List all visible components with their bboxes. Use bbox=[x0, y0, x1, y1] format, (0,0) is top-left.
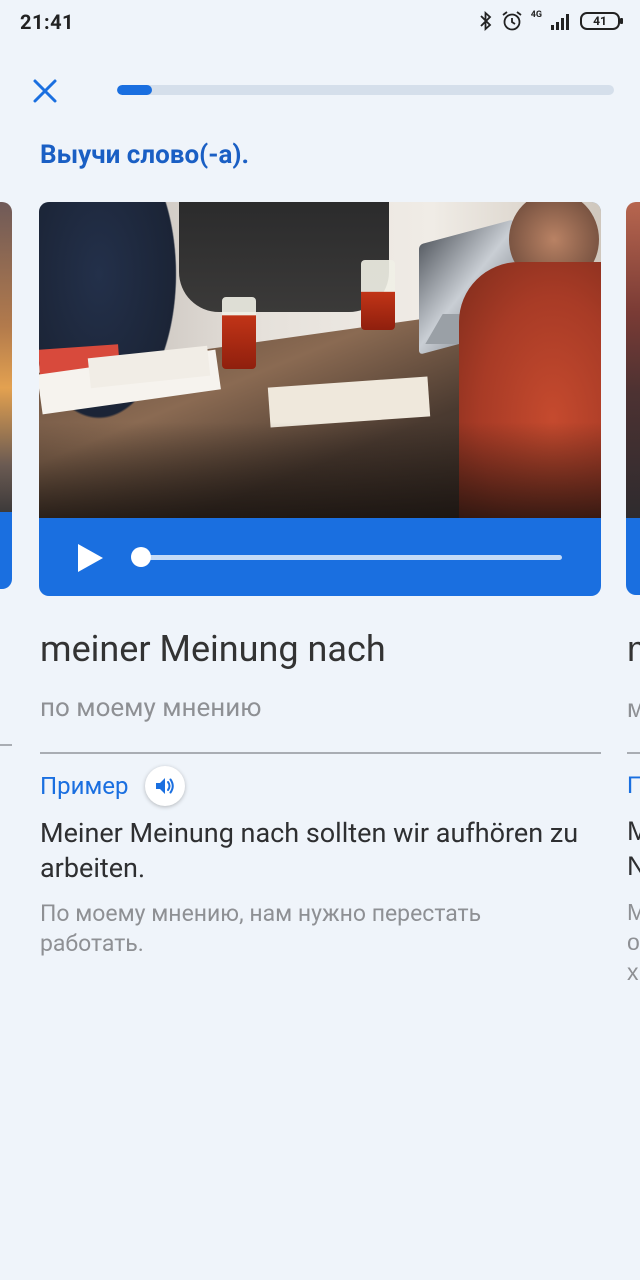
close-icon bbox=[33, 79, 57, 103]
next-card-player bbox=[626, 518, 640, 595]
status-icons: 4G 41 bbox=[479, 10, 623, 32]
word-translation: по моему мнению bbox=[40, 693, 262, 723]
word-text: meiner Meinung nach bbox=[40, 628, 386, 670]
audio-seek-thumb[interactable] bbox=[131, 547, 151, 567]
next-card-translation-line: х bbox=[627, 959, 639, 985]
next-card-peek[interactable] bbox=[626, 202, 640, 595]
network-label: 4G bbox=[530, 10, 542, 20]
previous-card-divider bbox=[0, 744, 12, 746]
battery-level: 41 bbox=[593, 14, 607, 28]
play-icon bbox=[78, 544, 103, 572]
example-label: Пример bbox=[40, 772, 129, 800]
audio-seek-track[interactable] bbox=[139, 555, 562, 560]
battery-icon: 41 bbox=[580, 12, 623, 30]
card-divider bbox=[40, 752, 601, 754]
lesson-progress-fill bbox=[117, 85, 152, 95]
signal-icon bbox=[551, 14, 569, 30]
next-card-translation-line: о bbox=[627, 929, 640, 955]
close-button[interactable] bbox=[28, 74, 62, 108]
example-audio-button[interactable] bbox=[145, 766, 185, 806]
example-sentence: Meiner Meinung nach sollten wir aufhören… bbox=[40, 817, 579, 884]
next-card-sentence-line: N bbox=[627, 851, 640, 881]
next-card-translation: м bbox=[627, 693, 640, 723]
audio-player bbox=[39, 518, 601, 596]
next-card-translation-line: M bbox=[627, 899, 640, 925]
bluetooth-icon bbox=[480, 11, 491, 31]
next-card-sentence-line: M bbox=[627, 816, 640, 846]
play-button[interactable] bbox=[75, 542, 105, 574]
previous-card-peek[interactable] bbox=[0, 202, 12, 589]
status-time: 21:41 bbox=[20, 10, 75, 34]
next-card-image bbox=[626, 202, 640, 518]
status-bar: 21:41 4G 41 bbox=[0, 0, 640, 44]
lesson-progress-bar bbox=[117, 85, 614, 95]
previous-card-image bbox=[0, 202, 12, 512]
example-translation: По моему мнению, нам нужно перестать раб… bbox=[40, 900, 482, 957]
page-title: Выучи слово(-а). bbox=[40, 140, 250, 170]
word-card bbox=[39, 202, 601, 596]
next-card-word: m bbox=[627, 628, 640, 670]
speaker-icon bbox=[156, 778, 174, 794]
previous-card-player bbox=[0, 512, 12, 589]
word-illustration bbox=[39, 202, 601, 518]
alarm-icon bbox=[502, 11, 522, 31]
next-card-divider bbox=[627, 752, 640, 754]
next-card-example-label: П bbox=[627, 772, 640, 799]
